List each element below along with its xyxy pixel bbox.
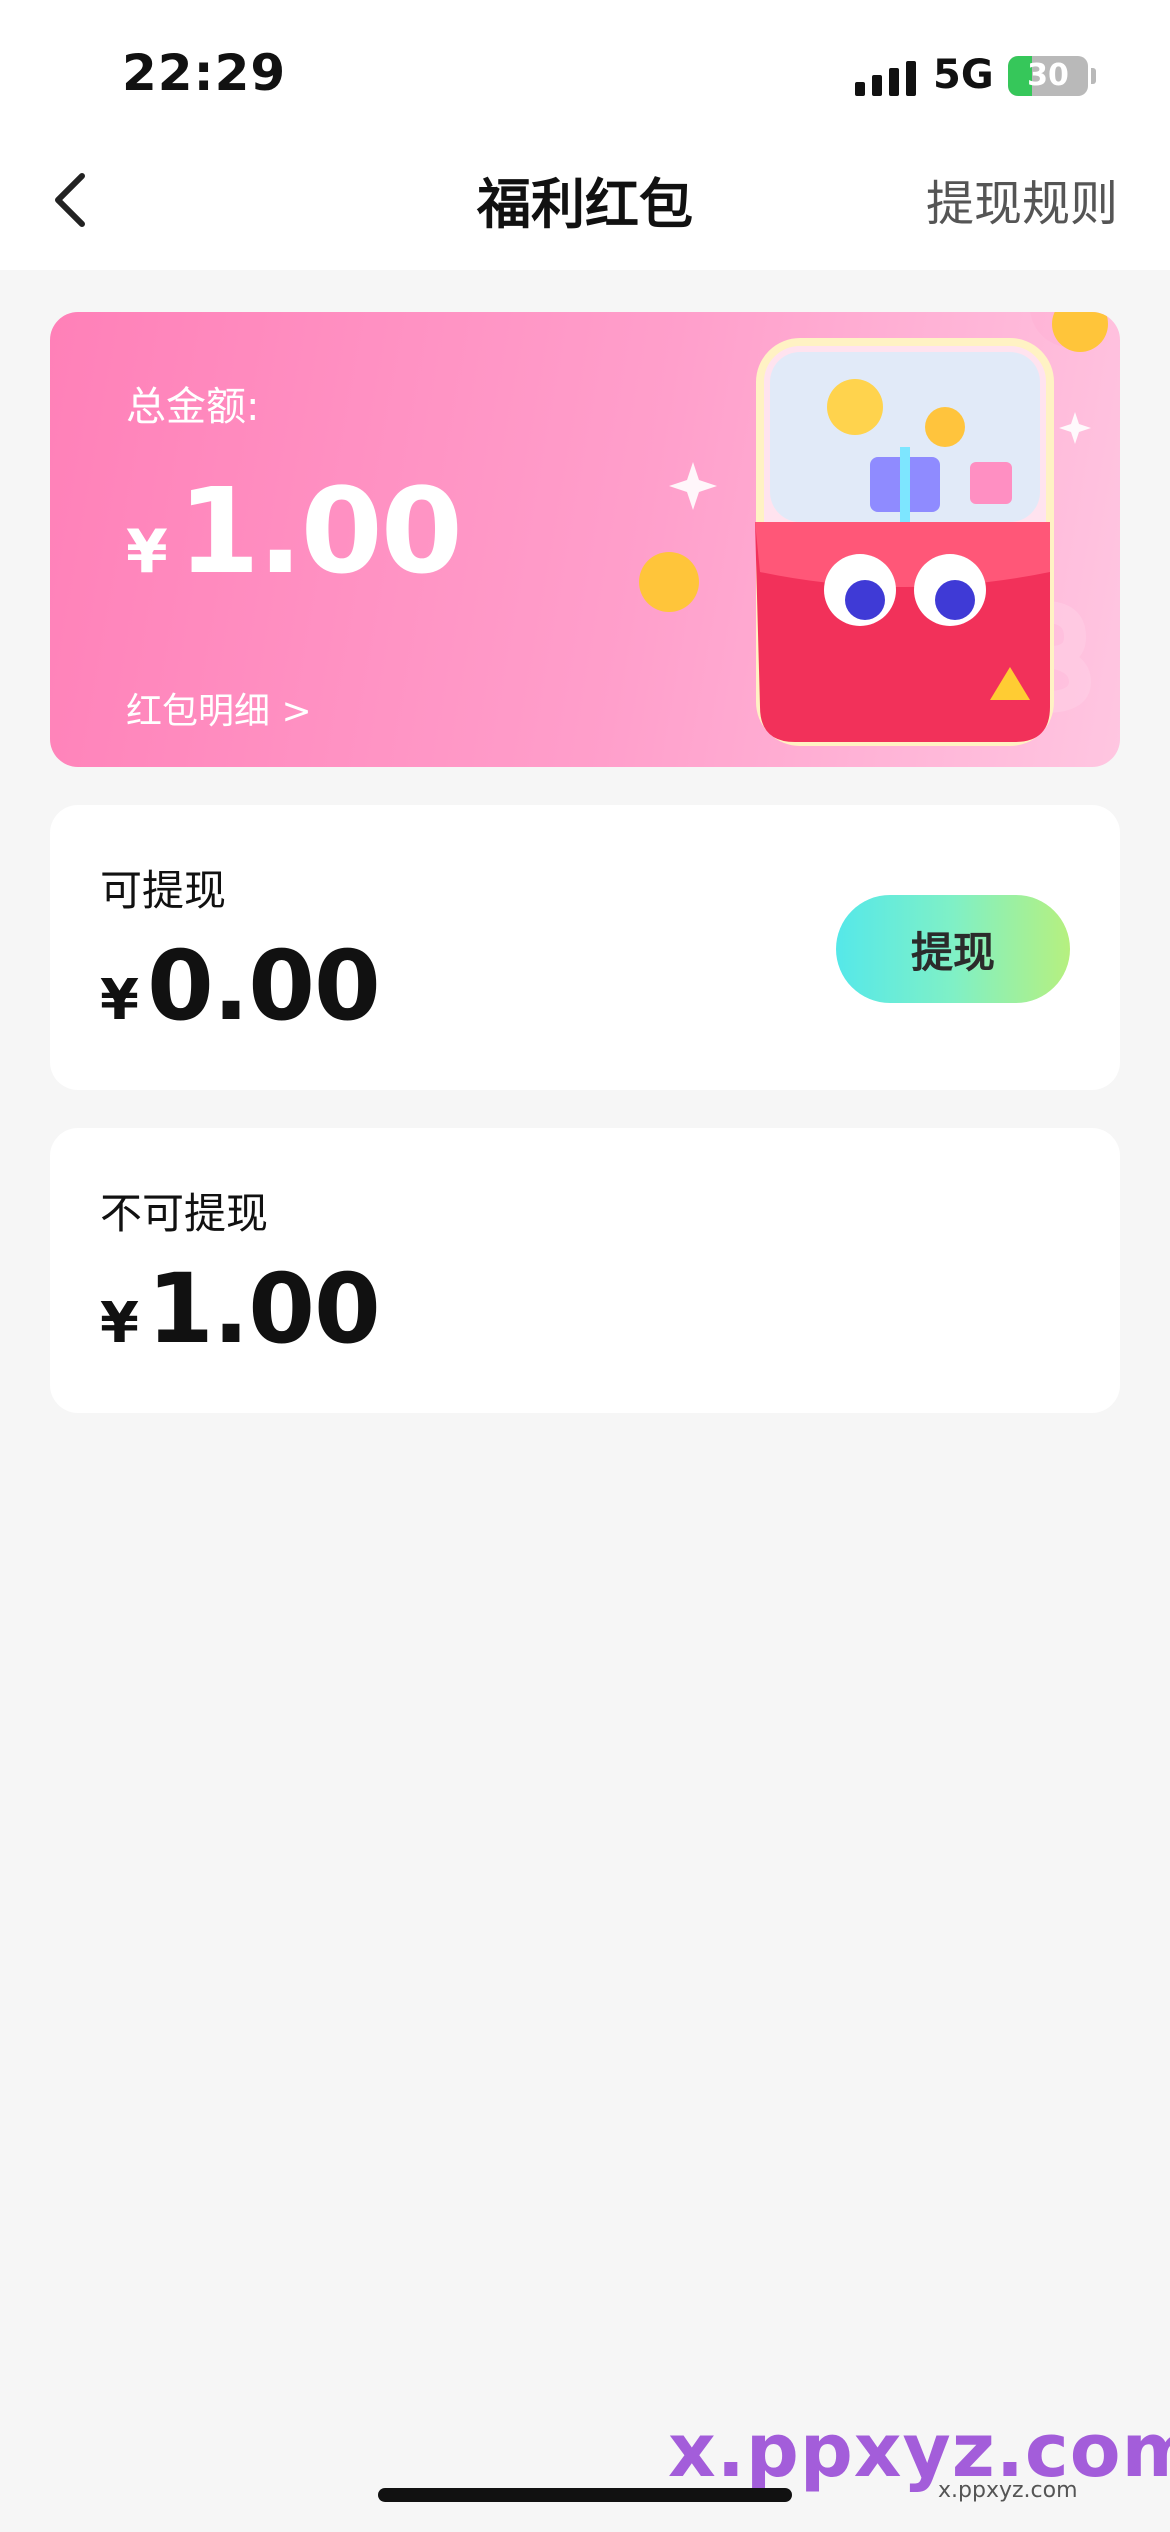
- total-label: 总金额:: [126, 384, 260, 430]
- currency-symbol: ¥: [126, 517, 168, 587]
- red-packet-detail-link[interactable]: 红包明细 >: [126, 682, 312, 734]
- red-packet-illustration: [639, 312, 1110, 746]
- watermark: x.ppxyz.com: [668, 2408, 1170, 2494]
- withdrawable-amount-value: 0.00: [146, 930, 381, 1042]
- non-withdrawable-amount: ¥ 1.00: [100, 1253, 381, 1365]
- home-indicator: [378, 2488, 792, 2502]
- battery-icon: 30: [1008, 56, 1088, 96]
- withdrawable-card: 可提现 ¥ 0.00 提现: [50, 805, 1120, 1090]
- withdraw-button[interactable]: 提现: [836, 895, 1070, 1003]
- non-withdrawable-amount-value: 1.00: [146, 1253, 381, 1365]
- battery-cap: [1091, 68, 1096, 84]
- battery-level: 30: [1027, 58, 1069, 93]
- non-withdrawable-label: 不可提现: [100, 1189, 269, 1238]
- status-time: 22:29: [122, 44, 287, 102]
- top-bar: 22:29 5G 30 福利红包 提现规则: [0, 0, 1170, 270]
- signal-icon: [855, 60, 916, 96]
- watermark-sub: x.ppxyz.com: [938, 2478, 1078, 2503]
- non-withdrawable-card: 不可提现 ¥ 1.00: [50, 1128, 1120, 1413]
- total-amount: ¥ 1.00: [126, 462, 463, 600]
- total-amount-value: 1.00: [177, 462, 463, 600]
- withdrawable-amount: ¥ 0.00: [100, 930, 381, 1042]
- currency-symbol: ¥: [100, 968, 139, 1033]
- withdrawable-label: 可提现: [100, 866, 227, 915]
- total-amount-card: 总金额: ¥ 1.00 红包明细 >: [50, 312, 1120, 767]
- withdraw-rules-link[interactable]: 提现规则: [926, 164, 1118, 234]
- currency-symbol: ¥: [100, 1291, 139, 1356]
- network-label: 5G: [933, 52, 994, 98]
